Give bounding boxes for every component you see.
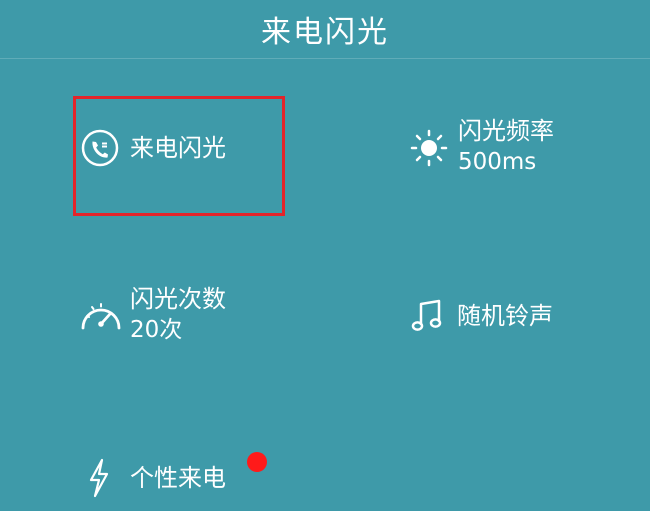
notification-badge [247,452,267,472]
app-header: 来电闪光 [0,0,650,59]
page-title: 来电闪光 [261,15,389,50]
random-ringtone-option[interactable]: 随机铃声 [411,298,553,334]
incoming-flash-label: 来电闪光 [130,134,226,162]
lightning-icon [88,458,110,498]
sun-icon [408,125,450,167]
incoming-flash-option[interactable]: 来电闪光 [80,128,226,168]
personalized-call-label: 个性来电 [130,464,226,492]
flash-count-option[interactable]: 闪光次数 20次 [78,283,226,345]
music-note-icon [411,298,443,334]
flash-frequency-value: 500ms [458,149,537,175]
phone-circle-icon [80,128,120,168]
flash-count-label: 闪光次数 [130,285,226,313]
flash-frequency-option[interactable]: 闪光频率 500ms [408,115,554,177]
personalized-call-option[interactable]: 个性来电 [88,458,226,498]
flash-count-value: 20次 [130,317,183,343]
speedometer-icon [78,294,124,334]
flash-frequency-label: 闪光频率 [458,117,554,145]
random-ringtone-label: 随机铃声 [457,302,553,330]
